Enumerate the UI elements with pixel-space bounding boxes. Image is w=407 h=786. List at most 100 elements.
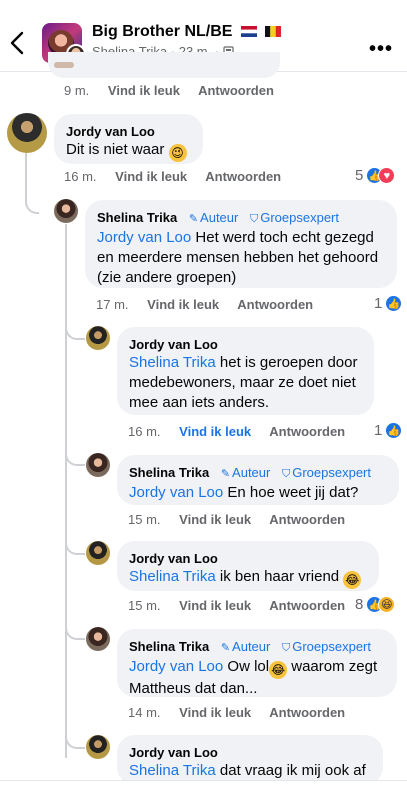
author-badge[interactable]: ✎ Auteur — [189, 210, 239, 225]
pen-icon: ✎ — [220, 468, 231, 480]
expert-badge[interactable]: ⛉ Groepsexpert — [282, 639, 371, 654]
reply-button[interactable]: Antwoorden — [269, 424, 345, 439]
thread-line — [65, 224, 67, 758]
thread-connector — [65, 735, 85, 749]
comment-meta: 14 m. Vind ik leuk Antwoorden — [128, 705, 360, 720]
comment-meta: 15 m. Vind ik leuk Antwoorden — [128, 598, 360, 613]
comment-text: Shelina Trika het is geroepen door medeb… — [129, 354, 358, 411]
like-icon: 👍 — [385, 422, 403, 439]
reaction-summary[interactable]: 5 👍 ♥ — [355, 167, 396, 184]
comment-time[interactable]: 16 m. — [64, 169, 97, 184]
group-title[interactable]: Big Brother NL/BE — [92, 23, 282, 41]
author-name[interactable]: Shelina Trika — [129, 639, 209, 654]
wink-emoji: 😉 — [168, 144, 187, 162]
comment-bubble: Jordy van Loo Dit is niet waar 😉 — [54, 114, 203, 164]
mention-link[interactable]: Shelina Trika — [129, 762, 216, 779]
flag-be-icon — [265, 26, 282, 38]
comment-author[interactable]: Jordy van Loo — [129, 744, 371, 761]
like-button[interactable]: Vind ik leuk — [108, 83, 180, 98]
comment-bubble: Jordy van Loo Shelina Trika dat vraag ik… — [117, 735, 383, 785]
author-badge[interactable]: ✎ Auteur — [221, 465, 271, 480]
shield-icon: ⛉ — [249, 213, 259, 225]
comment-author: Shelina Trika ✎ Auteur ⛉ Groepsexpert — [129, 464, 387, 483]
thread-line — [25, 153, 27, 200]
comment-author[interactable]: Jordy van Loo — [129, 336, 362, 353]
reply-button[interactable]: Antwoorden — [198, 83, 274, 98]
flag-nl-icon — [240, 26, 257, 38]
author-badge[interactable]: ✎ Auteur — [221, 639, 271, 654]
comment-text: Jordy van Loo En hoe weet jij dat? — [129, 484, 359, 501]
laugh-emoji: 😂 — [269, 661, 288, 679]
haha-icon: 😆 — [378, 596, 396, 613]
reply-button[interactable]: Antwoorden — [269, 598, 345, 613]
mention-link[interactable]: Jordy van Loo — [97, 229, 191, 246]
comment-meta: 16 m. Vind ik leuk Antwoorden — [64, 169, 296, 184]
composer-bar-edge — [0, 780, 407, 786]
avatar-jordy[interactable] — [86, 541, 110, 565]
avatar-jordy[interactable] — [7, 113, 47, 153]
comment-time[interactable]: 9 m. — [64, 83, 89, 98]
avatar-shelina[interactable] — [86, 453, 110, 477]
comment-meta: 15 m. Vind ik leuk Antwoorden — [128, 512, 360, 527]
avatar-shelina[interactable] — [54, 199, 78, 223]
comment-bubble: Shelina Trika ✎ Auteur ⛉ Groepsexpert Jord… — [85, 200, 397, 288]
like-button[interactable]: Vind ik leuk — [179, 705, 251, 720]
reaction-count: 1 — [374, 295, 383, 312]
comment-time[interactable]: 14 m. — [128, 705, 161, 720]
comment-text: Shelina Trika ik ben haar vriend 😂 — [129, 568, 362, 589]
comment-author[interactable]: Jordy van Loo — [129, 550, 367, 567]
comment-bubble-partial — [48, 52, 280, 78]
expert-badge[interactable]: ⛉ Groepsexpert — [250, 210, 339, 225]
comment-bubble: Shelina Trika ✎ Auteur ⛉ Groepsexpert Jord… — [117, 455, 399, 505]
like-button[interactable]: Vind ik leuk — [179, 512, 251, 527]
reaction-summary[interactable]: 1 👍 — [374, 422, 403, 439]
thread-connector — [65, 626, 85, 640]
like-button[interactable]: Vind ik leuk — [179, 598, 251, 613]
reaction-summary[interactable]: 8 👍 😆 — [355, 596, 396, 613]
reply-button[interactable]: Antwoorden — [269, 705, 345, 720]
shield-icon: ⛉ — [281, 468, 291, 480]
comment-time[interactable]: 17 m. — [96, 297, 129, 312]
comment-text: Jordy van Loo Ow lol 😂 waarom zegt Matthe… — [129, 658, 378, 697]
like-button[interactable]: Vind ik leuk — [115, 169, 187, 184]
like-button[interactable]: Vind ik leuk — [179, 424, 251, 439]
shield-icon: ⛉ — [281, 642, 291, 654]
pen-icon: ✎ — [220, 642, 231, 654]
reaction-summary[interactable]: 1 👍 — [374, 295, 403, 312]
mention-link[interactable]: Shelina Trika — [129, 354, 216, 371]
comment-author[interactable]: Jordy van Loo — [66, 123, 191, 140]
reaction-count: 5 — [355, 167, 364, 184]
reply-button[interactable]: Antwoorden — [205, 169, 281, 184]
author-name[interactable]: Shelina Trika — [97, 210, 177, 225]
mention-link[interactable]: Shelina Trika — [129, 568, 216, 585]
comment-meta: 9 m. Vind ik leuk Antwoorden — [64, 83, 289, 98]
comment-bubble: Jordy van Loo Shelina Trika het is geroe… — [117, 327, 374, 415]
more-icon[interactable]: ••• — [369, 38, 393, 61]
back-icon[interactable] — [6, 30, 30, 56]
comment-time[interactable]: 15 m. — [128, 512, 161, 527]
heart-icon: ♥ — [378, 167, 396, 184]
thread-connector — [25, 200, 39, 214]
like-button[interactable]: Vind ik leuk — [147, 297, 219, 312]
comment-time[interactable]: 16 m. — [128, 424, 161, 439]
reaction-count: 1 — [374, 422, 383, 439]
avatar-jordy[interactable] — [86, 735, 110, 759]
expert-badge[interactable]: ⛉ Groepsexpert — [282, 465, 371, 480]
reply-button[interactable]: Antwoorden — [237, 297, 313, 312]
comment-bubble: Shelina Trika ✎ Auteur ⛉ Groepsexpert Jord… — [117, 629, 397, 697]
reply-button[interactable]: Antwoorden — [269, 512, 345, 527]
author-name[interactable]: Shelina Trika — [129, 465, 209, 480]
mention-link[interactable]: Jordy van Loo — [129, 484, 223, 501]
comment-text: Shelina Trika dat vraag ik mij ook af — [129, 762, 366, 779]
avatar-jordy[interactable] — [86, 326, 110, 350]
comment-bubble: Jordy van Loo Shelina Trika ik ben haar … — [117, 541, 379, 591]
comment-author: Shelina Trika ✎ Auteur ⛉ Groepsexpert — [97, 209, 385, 228]
comment-text: Jordy van Loo Het werd toch echt gezegd … — [97, 229, 379, 286]
avatar-shelina[interactable] — [86, 627, 110, 651]
comment-meta: 17 m. Vind ik leuk Antwoorden — [96, 297, 328, 312]
comment-time[interactable]: 15 m. — [128, 598, 161, 613]
like-icon: 👍 — [385, 295, 403, 312]
mention-link[interactable]: Jordy van Loo — [129, 658, 223, 675]
comment-text: Dit is niet waar 😉 — [66, 140, 191, 162]
thread-connector — [65, 452, 85, 466]
